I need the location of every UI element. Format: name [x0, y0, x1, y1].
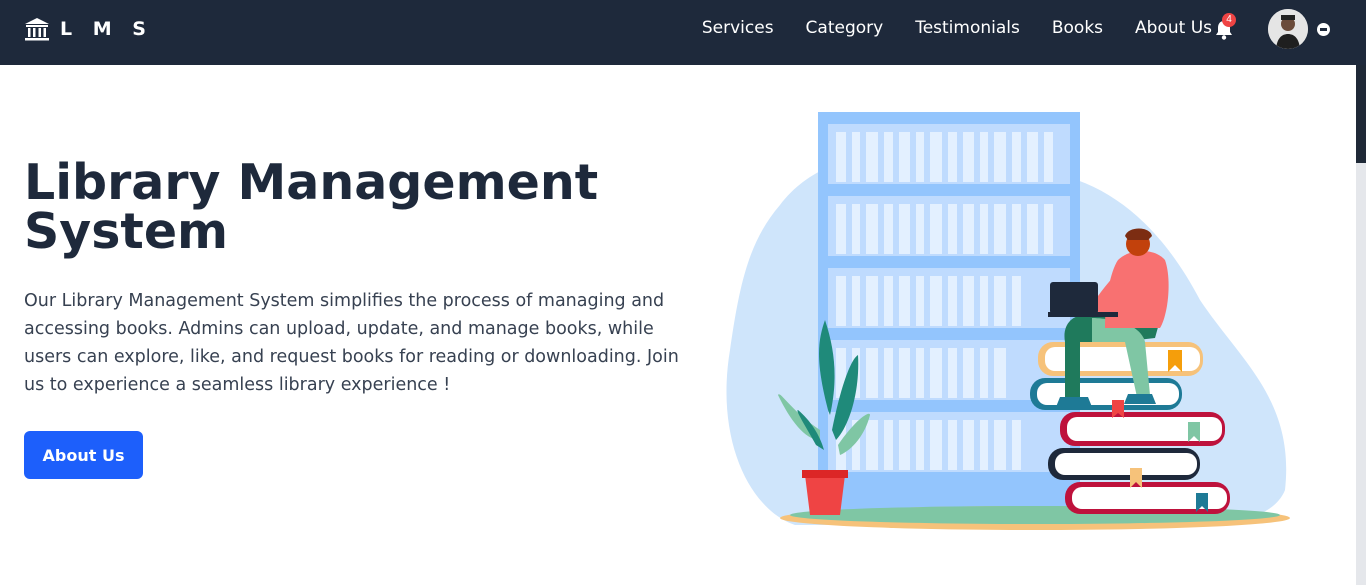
hero-title: Library Management System: [24, 154, 599, 260]
main-menu: Services Category Testimonials Books Abo…: [702, 18, 1212, 38]
brand[interactable]: L M S: [24, 17, 153, 41]
bank-building-icon: [25, 18, 49, 41]
avatar[interactable]: [1268, 9, 1308, 49]
nav-services[interactable]: Services: [702, 18, 774, 38]
nav-category[interactable]: Category: [806, 18, 884, 38]
library-illustration: [726, 112, 1290, 530]
profile-menu-toggle-icon[interactable]: [1317, 23, 1330, 36]
top-navbar: L M S Services Category Testimonials Boo…: [0, 0, 1366, 65]
about-us-button[interactable]: About Us: [24, 431, 143, 479]
nav-testimonials[interactable]: Testimonials: [915, 18, 1020, 38]
nav-books[interactable]: Books: [1052, 18, 1103, 38]
scrollbar-thumb[interactable]: [1356, 65, 1366, 163]
brand-name: L M S: [60, 18, 153, 40]
hero-description: Our Library Management System simplifies…: [24, 291, 679, 395]
notification-badge: 4: [1222, 13, 1236, 27]
avatar-photo: [1268, 9, 1308, 49]
nav-about-us[interactable]: About Us: [1135, 18, 1212, 38]
